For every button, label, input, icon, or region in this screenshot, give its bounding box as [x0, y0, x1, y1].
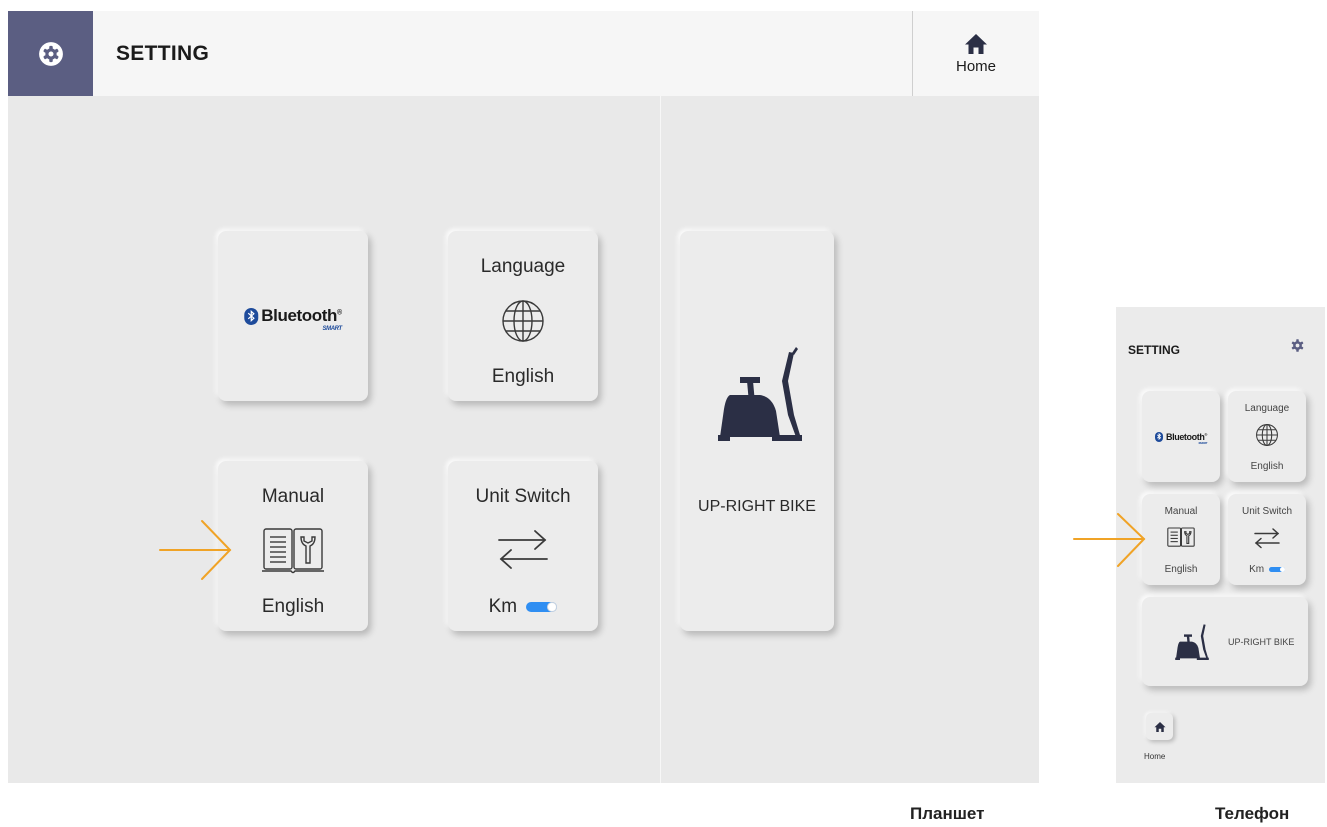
phone-manual-value: English [1164, 564, 1198, 575]
phone-home-button[interactable] [1146, 713, 1173, 740]
phone-bike-type-label: UP-RIGHT BIKE [1228, 637, 1295, 647]
unit-switch-title: Unit Switch [475, 486, 571, 507]
manual-book-icon [262, 528, 324, 574]
manual-book-icon [1167, 527, 1195, 547]
unit-switch-value: Km [488, 596, 518, 617]
globe-icon [502, 300, 544, 342]
phone-unit-switch-card[interactable]: Unit Switch Km [1228, 494, 1306, 585]
bluetooth-card[interactable]: Bluetooth® SMART [218, 231, 368, 401]
tablet-screen: SETTING Home Bluetooth® SMART Language E… [8, 11, 1039, 783]
phone-unit-switch-value: Km [1249, 564, 1265, 575]
phone-unit-switch-title: Unit Switch [1241, 506, 1292, 517]
phone-unit-switch-value-row: Km [1228, 564, 1306, 575]
arrow-right-icon [159, 520, 232, 580]
home-icon [1154, 721, 1165, 732]
bluetooth-icon [244, 307, 259, 325]
home-icon [965, 34, 987, 54]
manual-value: English [261, 596, 325, 617]
gear-icon[interactable] [1290, 338, 1305, 353]
bluetooth-icon [1155, 431, 1164, 442]
phone-manual-title: Manual [1164, 506, 1198, 517]
gear-icon [38, 41, 63, 66]
manual-card[interactable]: Manual English [218, 461, 368, 631]
phone-unit-toggle[interactable] [1268, 566, 1285, 572]
unit-switch-value-row: Km [448, 596, 598, 618]
upright-bike-icon [1175, 624, 1209, 660]
language-title: Language [480, 256, 566, 277]
arrow-right-icon [1073, 513, 1146, 567]
page-title: SETTING [116, 42, 210, 65]
stage: SETTING Home Bluetooth® SMART Language E… [0, 0, 1327, 827]
phone-bluetooth-logo: Bluetooth® SMART [1155, 431, 1207, 445]
phone-caption: Телефон [1215, 804, 1290, 823]
upright-bike-icon [718, 347, 802, 441]
phone-page-title: SETTING [1128, 343, 1181, 357]
phone-language-value: English [1250, 461, 1284, 472]
header-bar: SETTING Home [8, 11, 1039, 96]
phone-bluetooth-card[interactable]: Bluetooth® SMART [1142, 391, 1220, 482]
bike-type-card[interactable]: UP-RIGHT BIKE [680, 231, 834, 631]
unit-switch-card[interactable]: Unit Switch Km [448, 461, 598, 631]
panel-divider [660, 96, 661, 783]
swap-arrows-icon [498, 530, 548, 569]
phone-language-card[interactable]: Language English [1228, 391, 1306, 482]
language-card[interactable]: Language English [448, 231, 598, 401]
bluetooth-logo-text: Bluetooth [261, 306, 337, 325]
settings-gear-button[interactable] [8, 11, 93, 96]
bluetooth-logo-sub: SMART [322, 326, 343, 332]
registered-mark: ® [336, 309, 342, 317]
home-label: Home [955, 58, 996, 75]
phone-home-label: Home [1144, 752, 1166, 761]
phone-language-title: Language [1244, 403, 1290, 414]
bike-type-label: UP-RIGHT BIKE [698, 498, 816, 515]
globe-icon [1256, 424, 1278, 446]
language-value: English [491, 366, 555, 387]
unit-toggle[interactable] [526, 601, 558, 612]
phone-manual-card[interactable]: Manual English [1142, 494, 1220, 585]
manual-title: Manual [261, 486, 325, 507]
phone-registered-mark: ® [1204, 431, 1207, 437]
home-button[interactable]: Home [913, 11, 1039, 96]
swap-arrows-icon [1254, 528, 1280, 549]
bluetooth-smart-logo: Bluetooth® SMART [244, 306, 342, 332]
phone-bike-type-card[interactable]: UP-RIGHT BIKE [1142, 597, 1308, 686]
tablet-caption: Планшет [910, 804, 985, 823]
phone-bluetooth-logo-sub: SMART [1198, 440, 1207, 445]
